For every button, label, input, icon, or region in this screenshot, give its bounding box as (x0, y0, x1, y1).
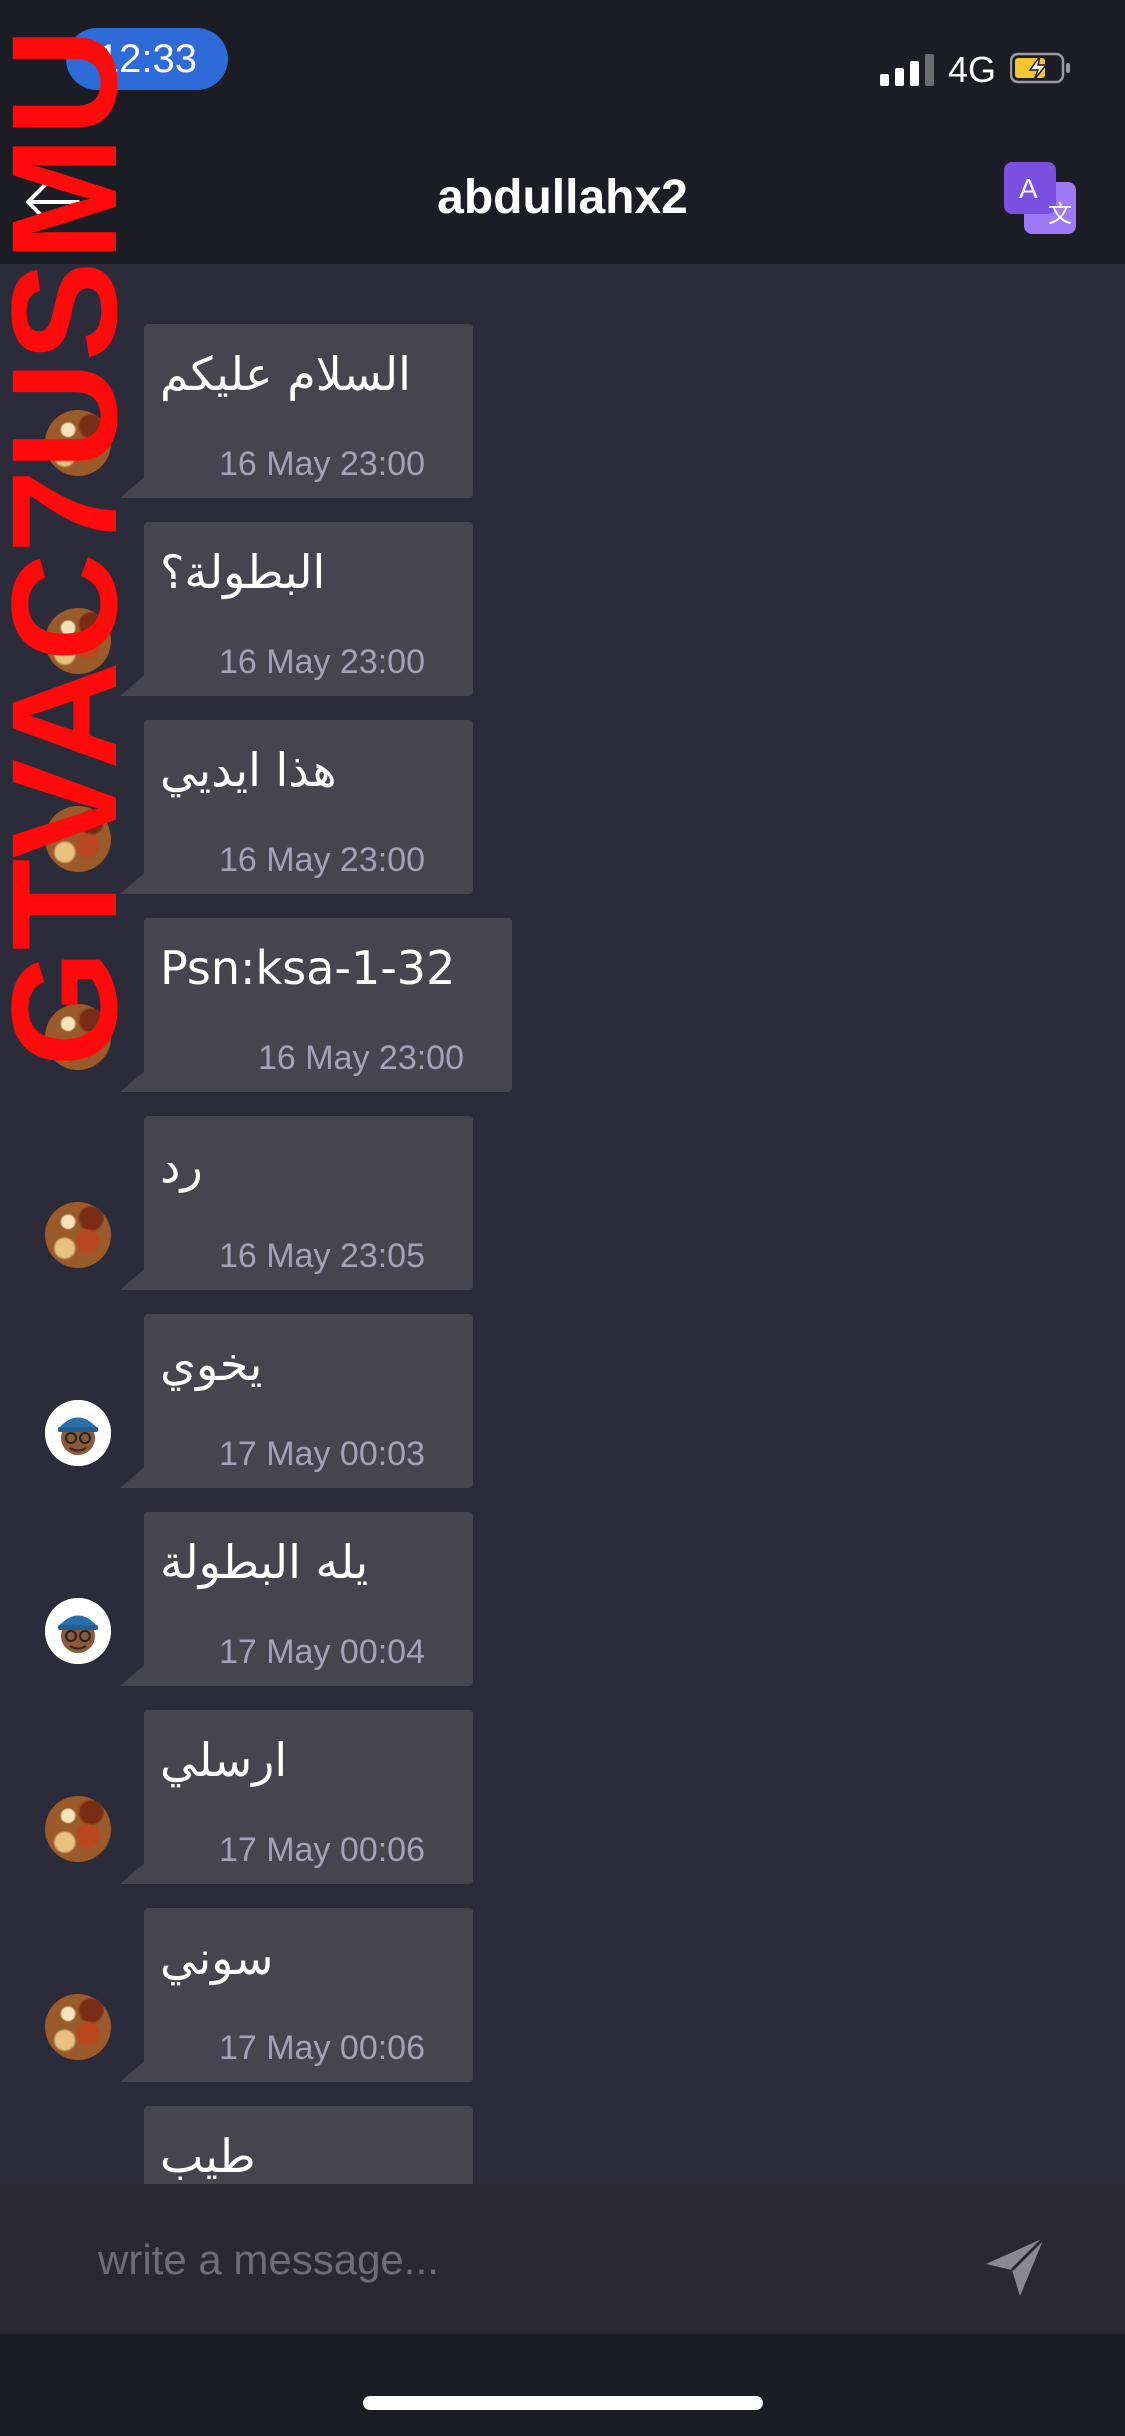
message-time: 16 May 23:00 (218, 445, 425, 483)
message-bubble[interactable]: ارسلي 17 May 00:06 (144, 1710, 473, 1884)
message-text: رد (160, 1139, 203, 1193)
message-row: سوني 17 May 00:06 (0, 1908, 1125, 2082)
message-text: Psn:ksa-1-32 (160, 941, 456, 995)
message-time: 17 May 00:03 (218, 1435, 425, 1473)
message-row: رد 16 May 23:05 (0, 1116, 1125, 1290)
food-avatar[interactable] (45, 1004, 111, 1070)
message-input[interactable] (96, 2222, 960, 2298)
food-avatar[interactable] (45, 410, 111, 476)
home-indicator-area (0, 2334, 1125, 2436)
message-text: سوني (160, 1931, 274, 1985)
message-list[interactable]: السلام عليكم 16 May 23:00 البطولة؟ 16 Ma… (0, 264, 1125, 2184)
memoji-avatar[interactable] (45, 1598, 111, 1664)
message-text: يله البطولة (160, 1535, 369, 1589)
message-bubble[interactable]: السلام عليكم 16 May 23:00 (144, 324, 473, 498)
food-avatar[interactable] (45, 806, 111, 872)
memoji-avatar[interactable] (45, 1400, 111, 1466)
message-bubble[interactable]: يخوي 17 May 00:03 (144, 1314, 473, 1488)
message-time: 17 May 00:06 (218, 1831, 425, 1869)
message-row: ارسلي 17 May 00:06 (0, 1710, 1125, 1884)
food-avatar[interactable] (45, 1796, 111, 1862)
message-row: هذا ايديي 16 May 23:00 (0, 720, 1125, 894)
message-row: السلام عليكم 16 May 23:00 (0, 324, 1125, 498)
message-time: 17 May 00:06 (218, 2029, 425, 2067)
message-bubble[interactable]: سوني 17 May 00:06 (144, 1908, 473, 2082)
message-bubble[interactable]: يله البطولة 17 May 00:04 (144, 1512, 473, 1686)
message-bubble[interactable]: رد 16 May 23:05 (144, 1116, 473, 1290)
message-time: 16 May 23:00 (218, 841, 425, 879)
message-text: هذا ايديي (160, 743, 337, 797)
message-row: طيب (0, 2106, 1125, 2184)
message-text: السلام عليكم (160, 347, 411, 401)
message-bubble[interactable]: طيب (144, 2106, 473, 2184)
status-time: 12:33 (66, 28, 228, 90)
signal-bars-icon (880, 52, 936, 86)
svg-text:文: 文 (1048, 200, 1072, 228)
network-label: 4G (948, 49, 997, 90)
food-avatar[interactable] (45, 1994, 111, 2060)
svg-text:A: A (1019, 173, 1038, 204)
message-text: يخوي (160, 1337, 263, 1391)
food-avatar[interactable] (45, 608, 111, 674)
chat-title: abdullahx2 (437, 171, 688, 224)
message-time: 17 May 00:04 (218, 1633, 425, 1671)
message-time: 16 May 23:05 (218, 1237, 425, 1275)
home-indicator[interactable] (363, 2396, 763, 2410)
message-row: يله البطولة 17 May 00:04 (0, 1512, 1125, 1686)
food-avatar[interactable] (45, 1202, 111, 1268)
message-row: البطولة؟ 16 May 23:00 (0, 522, 1125, 696)
message-bubble[interactable]: هذا ايديي 16 May 23:00 (144, 720, 473, 894)
send-icon[interactable] (980, 2232, 1050, 2302)
battery-charging-icon (1010, 52, 1070, 84)
message-text: ارسلي (160, 1733, 288, 1787)
message-time: 16 May 23:00 (257, 1039, 464, 1077)
translate-icon[interactable]: A 文 (1002, 160, 1078, 236)
message-text: البطولة؟ (160, 545, 326, 599)
message-bubble[interactable]: Psn:ksa-1-32 16 May 23:00 (144, 918, 512, 1092)
message-text: طيب (160, 2129, 256, 2183)
message-bubble[interactable]: البطولة؟ 16 May 23:00 (144, 522, 473, 696)
message-row: يخوي 17 May 00:03 (0, 1314, 1125, 1488)
message-time: 16 May 23:00 (218, 643, 425, 681)
message-row: Psn:ksa-1-32 16 May 23:00 (0, 918, 1125, 1092)
